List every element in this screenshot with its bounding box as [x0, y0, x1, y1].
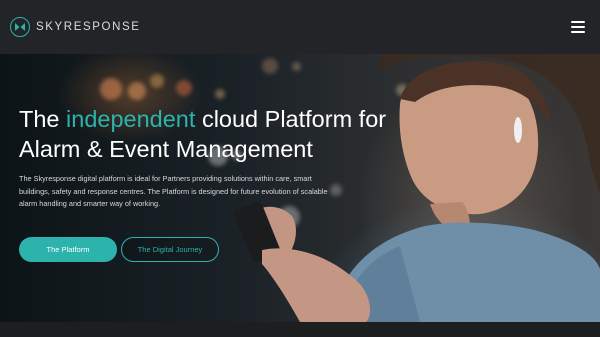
- skyresponse-logo-icon: [10, 17, 30, 37]
- menu-line: [571, 26, 585, 28]
- the-digital-journey-button[interactable]: The Digital Journey: [121, 237, 219, 262]
- menu-line: [571, 31, 585, 33]
- site-logo[interactable]: SKYRESPONSE: [10, 15, 141, 39]
- headline-accent: independent: [66, 106, 196, 132]
- hero-description: The Skyresponse digital platform is idea…: [19, 174, 328, 208]
- hamburger-menu-icon[interactable]: [566, 18, 590, 36]
- hero-headline: The independent cloud Platform for Alarm…: [19, 104, 439, 164]
- hero-section: The independent cloud Platform for Alarm…: [0, 54, 600, 322]
- logo-text: SKYRESPONSE: [36, 21, 141, 33]
- the-platform-button[interactable]: The Platform: [19, 237, 117, 262]
- headline-part1: The: [19, 106, 67, 132]
- next-section-edge: [0, 322, 600, 337]
- top-navbar: SKYRESPONSE: [0, 0, 600, 54]
- menu-line: [571, 21, 585, 23]
